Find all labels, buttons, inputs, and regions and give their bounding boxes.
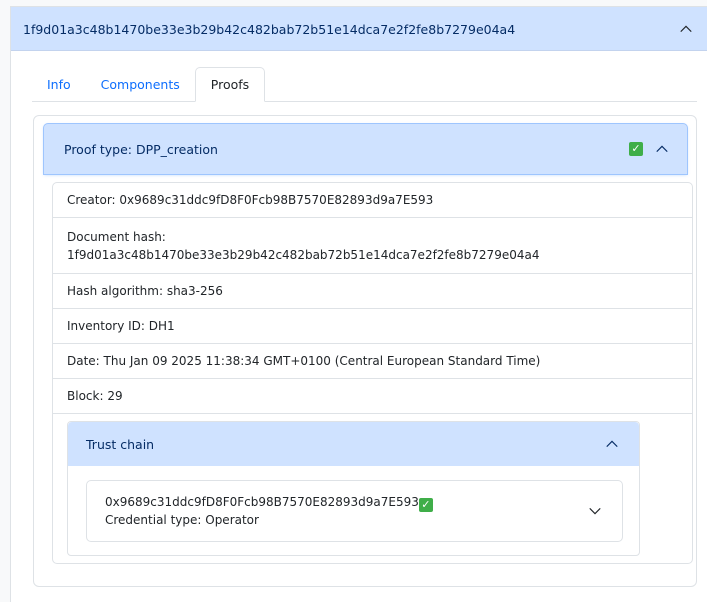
- chevron-up-icon: [656, 145, 668, 153]
- trust-chain-header[interactable]: Trust chain: [68, 422, 639, 466]
- dpp-id: 1f9d01a3c48b1470be33e3b29b42c482bab72b51…: [23, 21, 516, 37]
- hash-algorithm-row: Hash algorithm: sha3-256: [53, 274, 692, 309]
- tab-proofs[interactable]: Proofs: [194, 67, 266, 102]
- credential-address: 0x9689c31ddc9fD8F0Fcb98B7570E82893d9a7E5…: [105, 495, 419, 509]
- inventory-id-row: Inventory ID: DH1: [53, 309, 692, 344]
- document-hash-value: 1f9d01a3c48b1470be33e3b29b42c482bab72b51…: [67, 247, 540, 262]
- tab-bar: Info Components Proofs: [32, 67, 697, 102]
- block-text: Block: 29: [67, 389, 123, 403]
- dpp-accordion-header[interactable]: 1f9d01a3c48b1470be33e3b29b42c482bab72b51…: [11, 7, 707, 51]
- tab-components[interactable]: Components: [86, 67, 195, 101]
- check-mark-icon: ✓: [629, 142, 643, 156]
- chevron-down-icon: [589, 507, 601, 515]
- proof-details-list: Creator: 0x9689c31ddc9fD8F0Fcb98B7570E82…: [52, 182, 693, 564]
- document-hash-label: Document hash:: [67, 229, 166, 244]
- chevron-up-icon: [680, 25, 692, 33]
- date-row: Date: Thu Jan 09 2025 11:38:34 GMT+0100 …: [53, 344, 692, 379]
- block-row: Block: 29: [53, 379, 692, 414]
- creator-text: Creator: 0x9689c31ddc9fD8F0Fcb98B7570E82…: [67, 193, 434, 207]
- date-text: Date: Thu Jan 09 2025 11:38:34 GMT+0100 …: [67, 354, 541, 368]
- check-mark-icon: ✓: [418, 498, 433, 512]
- inventory-id-text: Inventory ID: DH1: [67, 319, 175, 333]
- tab-info[interactable]: Info: [32, 67, 86, 101]
- hash-algorithm-text: Hash algorithm: sha3-256: [67, 284, 223, 298]
- creator-row: Creator: 0x9689c31ddc9fD8F0Fcb98B7570E82…: [53, 183, 692, 218]
- trust-chain-item[interactable]: 0x9689c31ddc9fD8F0Fcb98B7570E82893d9a7E5…: [86, 480, 623, 542]
- proof-accordion-header[interactable]: Proof type: DPP_creation ✓: [44, 124, 687, 174]
- trust-chain-item-text: 0x9689c31ddc9fD8F0Fcb98B7570E82893d9a7E5…: [105, 494, 433, 528]
- credential-type: Credential type: Operator: [105, 513, 259, 527]
- trust-chain-title: Trust chain: [86, 436, 155, 452]
- chevron-up-icon: [606, 440, 618, 448]
- proof-type-label: Proof type: DPP_creation: [64, 141, 218, 157]
- document-hash-row: Document hash: 1f9d01a3c48b1470be33e3b29…: [53, 218, 692, 274]
- trust-chain-accordion: Trust chain 0x9689c31ddc9fD8F0Fcb98B7570…: [67, 421, 640, 556]
